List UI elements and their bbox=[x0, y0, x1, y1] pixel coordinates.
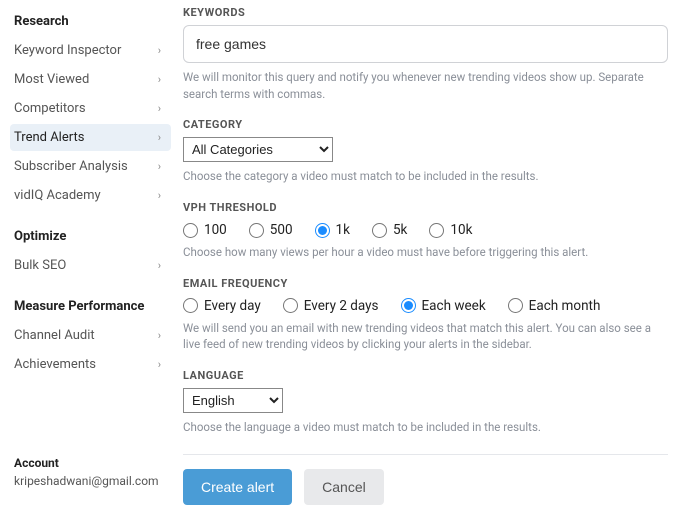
email-freq-option-every-2-days[interactable]: Every 2 days bbox=[283, 298, 379, 314]
radio-input[interactable] bbox=[283, 298, 298, 313]
radio-input[interactable] bbox=[183, 298, 198, 313]
form-actions: Create alert Cancel bbox=[183, 469, 668, 505]
language-label: LANGUAGE bbox=[183, 369, 668, 382]
vph-option-100[interactable]: 100 bbox=[183, 222, 227, 238]
vph-option-500[interactable]: 500 bbox=[249, 222, 293, 238]
chevron-right-icon: › bbox=[158, 358, 161, 371]
radio-input[interactable] bbox=[315, 223, 330, 238]
vph-helper: Choose how many views per hour a video m… bbox=[183, 244, 668, 261]
chevron-right-icon: › bbox=[158, 73, 161, 86]
radio-label: 100 bbox=[204, 222, 227, 238]
sidebar-section-title-research: Research bbox=[10, 8, 171, 37]
radio-input[interactable] bbox=[372, 223, 387, 238]
radio-input[interactable] bbox=[508, 298, 523, 313]
vph-option-5k[interactable]: 5k bbox=[372, 222, 407, 238]
sidebar-section: Optimize Bulk SEO › bbox=[10, 223, 171, 281]
account-label: Account bbox=[14, 456, 167, 470]
radio-label: 10k bbox=[450, 222, 472, 238]
sidebar-item-label: Competitors bbox=[14, 101, 86, 116]
sidebar-item-label: Bulk SEO bbox=[14, 258, 66, 273]
category-label: CATEGORY bbox=[183, 118, 668, 131]
sidebar-item-label: Trend Alerts bbox=[14, 130, 84, 145]
chevron-right-icon: › bbox=[158, 329, 161, 342]
language-helper: Choose the language a video must match t… bbox=[183, 419, 668, 436]
sidebar-item-bulk-seo[interactable]: Bulk SEO › bbox=[10, 252, 171, 279]
sidebar-section-title-optimize: Optimize bbox=[10, 223, 171, 252]
category-select[interactable]: All Categories bbox=[183, 137, 333, 162]
email-freq-option-each-week[interactable]: Each week bbox=[401, 298, 486, 314]
sidebar-item-competitors[interactable]: Competitors › bbox=[10, 95, 171, 122]
vph-radio-group: 100 500 1k 5k 10k bbox=[183, 220, 668, 238]
sidebar-item-channel-audit[interactable]: Channel Audit › bbox=[10, 322, 171, 349]
sidebar-item-keyword-inspector[interactable]: Keyword Inspector › bbox=[10, 37, 171, 64]
radio-input[interactable] bbox=[401, 298, 416, 313]
sidebar-item-label: Channel Audit bbox=[14, 328, 95, 343]
email-freq-helper: We will send you an email with new trend… bbox=[183, 320, 668, 353]
sidebar-item-achievements[interactable]: Achievements › bbox=[10, 351, 171, 378]
chevron-right-icon: › bbox=[158, 259, 161, 272]
sidebar-item-label: Most Viewed bbox=[14, 72, 89, 87]
radio-label: 1k bbox=[336, 222, 350, 238]
keywords-helper: We will monitor this query and notify yo… bbox=[183, 69, 668, 102]
sidebar-item-label: Subscriber Analysis bbox=[14, 159, 128, 174]
chevron-right-icon: › bbox=[158, 189, 161, 202]
sidebar: Research Keyword Inspector › Most Viewed… bbox=[0, 0, 175, 506]
email-freq-option-each-month[interactable]: Each month bbox=[508, 298, 601, 314]
radio-label: 500 bbox=[270, 222, 293, 238]
email-freq-radio-group: Every day Every 2 days Each week Each mo… bbox=[183, 296, 668, 314]
category-helper: Choose the category a video must match t… bbox=[183, 168, 668, 185]
sidebar-section: Research Keyword Inspector › Most Viewed… bbox=[10, 8, 171, 211]
chevron-right-icon: › bbox=[158, 160, 161, 173]
account-block[interactable]: Account kripeshadwani@gmail.com bbox=[10, 448, 171, 498]
chevron-right-icon: › bbox=[158, 131, 161, 144]
vph-label: VPH THRESHOLD bbox=[183, 201, 668, 214]
chevron-right-icon: › bbox=[158, 44, 161, 57]
sidebar-item-label: Keyword Inspector bbox=[14, 43, 121, 58]
create-alert-button[interactable]: Create alert bbox=[183, 469, 292, 505]
email-freq-label: EMAIL FREQUENCY bbox=[183, 277, 668, 290]
sidebar-item-label: vidIQ Academy bbox=[14, 188, 101, 203]
main-content: KEYWORDS We will monitor this query and … bbox=[175, 0, 690, 506]
vph-option-10k[interactable]: 10k bbox=[429, 222, 472, 238]
chevron-right-icon: › bbox=[158, 102, 161, 115]
keywords-input[interactable] bbox=[183, 25, 668, 63]
sidebar-item-vidiq-academy[interactable]: vidIQ Academy › bbox=[10, 182, 171, 209]
language-select[interactable]: English bbox=[183, 388, 283, 413]
email-freq-option-every-day[interactable]: Every day bbox=[183, 298, 261, 314]
account-email: kripeshadwani@gmail.com bbox=[14, 474, 167, 488]
divider bbox=[183, 454, 668, 455]
keywords-label: KEYWORDS bbox=[183, 6, 668, 19]
radio-label: 5k bbox=[393, 222, 407, 238]
sidebar-section-title-measure: Measure Performance bbox=[10, 293, 171, 322]
sidebar-item-label: Achievements bbox=[14, 357, 96, 372]
vph-option-1k[interactable]: 1k bbox=[315, 222, 350, 238]
sidebar-item-trend-alerts[interactable]: Trend Alerts › bbox=[10, 124, 171, 151]
radio-input[interactable] bbox=[249, 223, 264, 238]
radio-input[interactable] bbox=[183, 223, 198, 238]
sidebar-section: Measure Performance Channel Audit › Achi… bbox=[10, 293, 171, 380]
radio-label: Each month bbox=[529, 298, 601, 314]
radio-label: Each week bbox=[422, 298, 486, 314]
radio-label: Every day bbox=[204, 298, 261, 314]
sidebar-item-most-viewed[interactable]: Most Viewed › bbox=[10, 66, 171, 93]
cancel-button[interactable]: Cancel bbox=[304, 469, 384, 505]
radio-input[interactable] bbox=[429, 223, 444, 238]
sidebar-item-subscriber-analysis[interactable]: Subscriber Analysis › bbox=[10, 153, 171, 180]
radio-label: Every 2 days bbox=[304, 298, 379, 314]
